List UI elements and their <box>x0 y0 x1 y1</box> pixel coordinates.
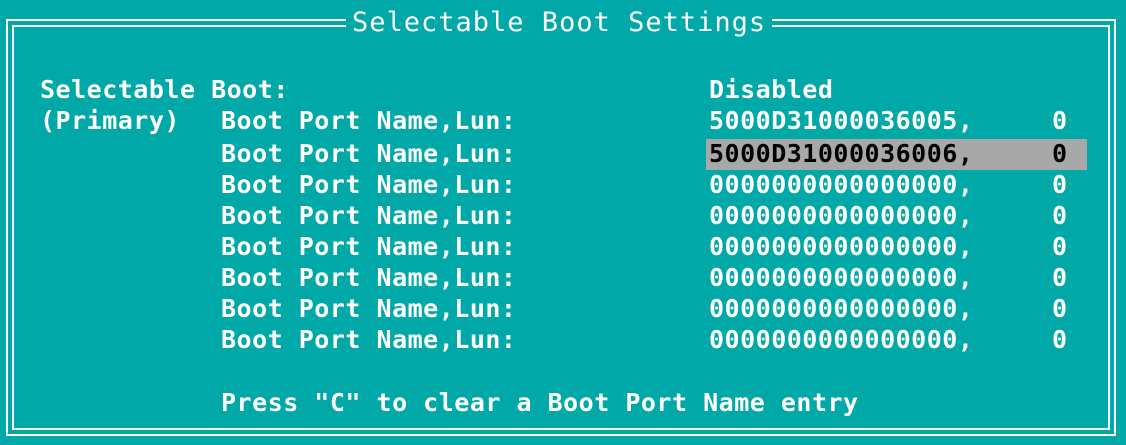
primary-prefix: (Primary) <box>40 106 180 135</box>
boot-port-label: Boot Port Name,Lun: <box>221 201 517 230</box>
boot-port-label: Boot Port Name,Lun: <box>221 106 517 135</box>
boot-port-wwn[interactable]: 0000000000000000, <box>709 325 973 355</box>
boot-port-wwn[interactable]: 0000000000000000, <box>709 294 973 324</box>
boot-port-wwn[interactable]: 0000000000000000, <box>709 232 973 262</box>
boot-port-lun[interactable]: 0 <box>1052 201 1068 231</box>
boot-port-label: Boot Port Name,Lun: <box>221 325 517 354</box>
boot-port-wwn[interactable]: 0000000000000000, <box>709 201 973 231</box>
boot-port-wwn[interactable]: 0000000000000000, <box>709 170 973 200</box>
bios-screen: Selectable Boot Settings Selectable Boot… <box>0 0 1126 445</box>
boot-port-wwn[interactable]: 5000D31000036006, <box>709 139 973 169</box>
boot-port-lun[interactable]: 0 <box>1052 325 1068 355</box>
selectable-boot-label: Selectable Boot: <box>40 75 289 104</box>
boot-port-lun[interactable]: 0 <box>1052 294 1068 324</box>
boot-port-wwn[interactable]: 0000000000000000, <box>709 263 973 293</box>
boot-port-lun[interactable]: 0 <box>1052 139 1068 169</box>
boot-port-lun[interactable]: 0 <box>1052 106 1068 136</box>
boot-port-label: Boot Port Name,Lun: <box>221 139 517 168</box>
boot-port-wwn[interactable]: 5000D31000036005, <box>709 106 973 136</box>
boot-port-lun[interactable]: 0 <box>1052 263 1068 293</box>
footer-hint: Press "C" to clear a Boot Port Name entr… <box>221 388 859 417</box>
boot-port-label: Boot Port Name,Lun: <box>221 170 517 199</box>
dialog-title: Selectable Boot Settings <box>346 6 773 40</box>
boot-port-label: Boot Port Name,Lun: <box>221 294 517 323</box>
boot-port-lun[interactable]: 0 <box>1052 232 1068 262</box>
boot-port-lun[interactable]: 0 <box>1052 170 1068 200</box>
selectable-boot-value[interactable]: Disabled <box>709 75 833 105</box>
boot-port-label: Boot Port Name,Lun: <box>221 263 517 292</box>
boot-port-label: Boot Port Name,Lun: <box>221 232 517 261</box>
